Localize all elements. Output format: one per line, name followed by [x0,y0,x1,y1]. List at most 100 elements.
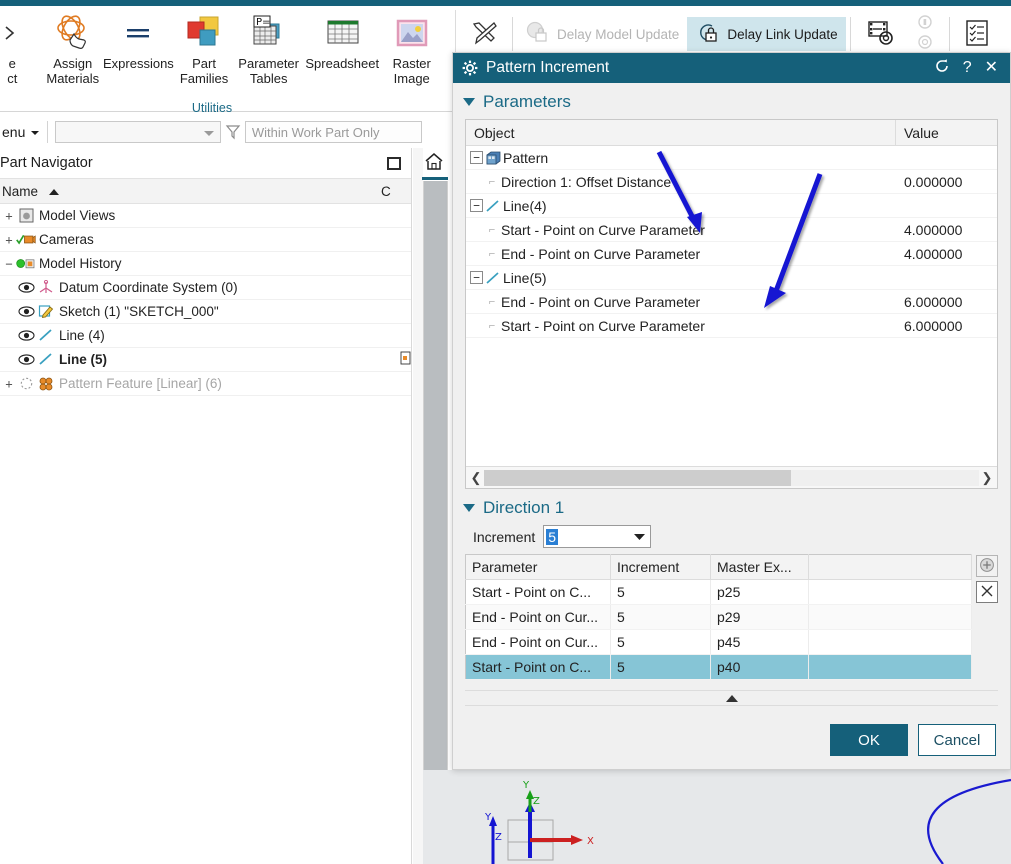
expander-icon[interactable]: − [470,199,483,212]
3d-viewport[interactable]: X Y Z Y Z 3D世界网 WWW.3DSJW.COM [423,770,1011,864]
tools-icon [470,19,500,50]
increment-table-wrap: Parameter Increment Master Ex... Start -… [465,554,998,680]
column-header-increment[interactable]: Increment [610,554,711,580]
table-row[interactable]: End - Point on Cur... 5 p29 [465,604,972,630]
tree-item-model-history[interactable]: − Model History [0,252,411,276]
param-row-value: 4.000000 [904,221,963,238]
ribbon-item-label: Spreadsheet [305,56,380,71]
home-tab-button[interactable] [420,148,448,178]
delay-link-update-label: Delay Link Update [727,26,838,42]
column-header-name[interactable]: Name [0,184,381,199]
cell-parameter: Start - Point on C... [465,579,611,605]
cancel-button[interactable]: Cancel [918,724,996,756]
eye-icon[interactable] [16,281,36,294]
chevron-down-icon[interactable] [628,532,650,541]
ribbon-item-label: Expressions [103,56,174,71]
table-row[interactable]: Start - Point on C... 5 p25 [465,579,972,605]
chevron-right-icon[interactable]: ❯ [979,470,995,486]
ribbon-item-raster-image[interactable]: Raster Image [381,6,442,86]
cell-parameter: End - Point on Cur... [465,629,611,655]
tree-item-line-4[interactable]: Line (4) [0,324,411,348]
ribbon-item-assign-materials[interactable]: Assign Materials [43,6,104,86]
add-parameter-button[interactable] [976,555,998,577]
window-square-icon[interactable] [387,156,401,170]
param-row-line5-end[interactable]: ⌐ End - Point on Curve Parameter 6.00000… [466,290,997,314]
tree-item-label: Line (5) [59,352,108,367]
menu-button[interactable]: enu [0,124,40,140]
param-row-offset-distance[interactable]: ⌐ Direction 1: Offset Distance 0.000000 [466,170,997,194]
direction1-section-header[interactable]: Direction 1 [453,489,1010,525]
expander-icon[interactable]: − [2,257,16,271]
within-work-part-field[interactable]: Within Work Part Only [244,121,422,143]
ok-button[interactable]: OK [830,724,908,756]
param-row-line5-start[interactable]: ⌐ Start - Point on Curve Parameter 6.000… [466,314,997,338]
eye-icon[interactable] [16,329,36,342]
param-row-value: 0.000000 [904,173,963,190]
checklist-button[interactable] [954,17,1000,51]
panel-vertical-scrollbar[interactable] [423,181,448,823]
tree-connector: ⌐ [488,247,496,260]
update-session-button[interactable] [855,17,905,51]
column-header-master-expression[interactable]: Master Ex... [710,554,809,580]
param-row-line4[interactable]: − Line(4) [466,194,997,218]
reset-icon[interactable] [934,58,950,78]
param-row-line4-end[interactable]: ⌐ End - Point on Curve Parameter 4.00000… [466,242,997,266]
help-icon[interactable]: ? [963,60,972,76]
expander-icon[interactable]: + [2,209,16,223]
table-row-selected[interactable]: Start - Point on C... 5 p40 [465,654,972,680]
column-header-c[interactable]: C [381,184,411,199]
tools-button[interactable] [462,17,508,51]
scrollbar-track[interactable] [484,469,979,486]
chevron-left-icon[interactable]: ❮ [468,470,484,486]
tree-item-model-views[interactable]: + Model Views [0,204,411,228]
expander-icon[interactable]: + [2,233,16,247]
delay-model-update-label: Delay Model Update [557,26,680,42]
tree-item-sketch[interactable]: Sketch (1) "SKETCH_000" [0,300,411,324]
ribbon-item-spreadsheet[interactable]: Spreadsheet [303,6,381,71]
tree-item-line-5[interactable]: Line (5) [0,348,411,372]
ribbon-item-select[interactable]: e ct [0,6,43,86]
param-row-label: Line(4) [503,197,547,214]
remove-parameter-button[interactable] [976,581,998,603]
close-icon[interactable]: ✕ [985,60,998,76]
increment-value[interactable]: 5 [546,528,559,545]
scrollbar-thumb[interactable] [484,469,791,486]
row-status-icon [400,351,411,368]
delay-model-update-button[interactable]: Delay Model Update [517,17,687,51]
navigator-filter-combo[interactable] [55,121,221,143]
cell-increment: 5 [610,579,711,605]
eye-icon[interactable] [16,353,36,366]
parameters-horizontal-scrollbar[interactable]: ❮ ❯ [466,466,997,488]
filter-icon[interactable] [221,123,245,141]
ribbon-item-part-families[interactable]: Part Families [174,6,235,86]
svg-text:P=: P= [256,17,270,28]
parameters-section-header[interactable]: Parameters [453,83,1010,119]
ribbon-item-expressions[interactable]: Expressions [103,6,174,71]
eye-icon[interactable] [16,305,36,318]
column-header-object[interactable]: Object [466,120,896,145]
column-header-parameter[interactable]: Parameter [465,554,611,580]
expander-icon[interactable]: + [2,377,16,391]
ribbon-item-parameter-tables[interactable]: P= Parameter Tables [234,6,303,86]
interpart-update-button[interactable] [905,14,945,51]
expander-icon[interactable]: − [470,151,483,164]
table-row[interactable]: End - Point on Cur... 5 p45 [465,629,972,655]
tree-item-datum-csys[interactable]: Datum Coordinate System (0) [0,276,411,300]
delay-link-update-button[interactable]: Delay Link Update [687,17,846,51]
dialog-title-bar[interactable]: Pattern Increment ? ✕ [453,53,1010,83]
column-header-blank[interactable] [808,554,972,580]
dialog-title: Pattern Increment [486,59,610,76]
param-row-pattern[interactable]: − Pattern [466,146,997,170]
plus-circle-icon [979,557,995,576]
param-row-line4-start[interactable]: ⌐ Start - Point on Curve Parameter 4.000… [466,218,997,242]
tree-item-cameras[interactable]: + Cameras [0,228,411,252]
svg-text:Z: Z [495,832,502,843]
expander-icon[interactable]: − [470,271,483,284]
param-row-line5[interactable]: − Line(5) [466,266,997,290]
tree-item-pattern-feature[interactable]: + Pattern Feature [Linear] (6) [0,372,411,396]
dialog-collapse-bar[interactable] [465,690,998,706]
increment-combo[interactable]: 5 [543,525,652,548]
column-header-value[interactable]: Value [896,125,997,141]
cell-increment: 5 [610,654,711,680]
param-row-value: 4.000000 [904,245,963,262]
